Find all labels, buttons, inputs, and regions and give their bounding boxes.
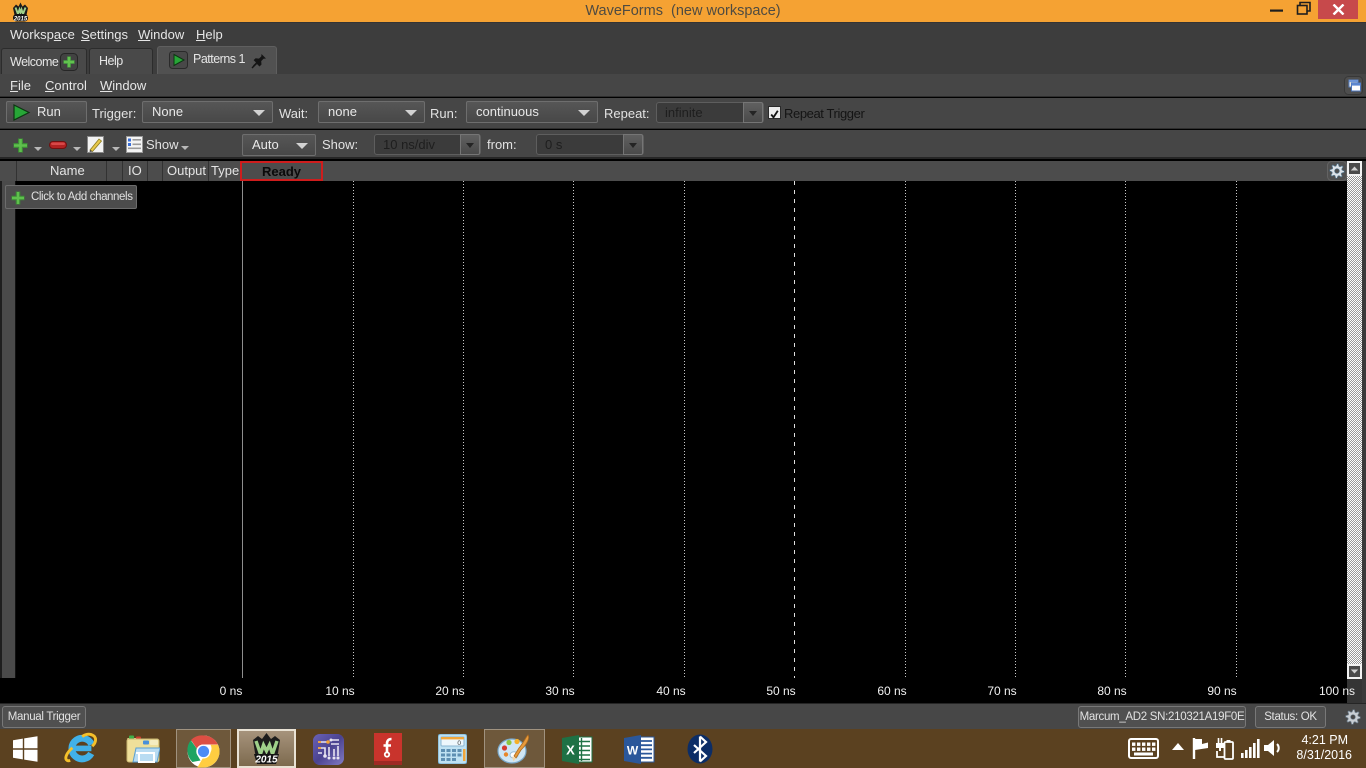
svg-text:0: 0 <box>457 740 461 747</box>
svg-text:X: X <box>566 743 575 758</box>
svg-text:W: W <box>627 744 639 758</box>
svg-text:2015: 2015 <box>254 755 278 766</box>
